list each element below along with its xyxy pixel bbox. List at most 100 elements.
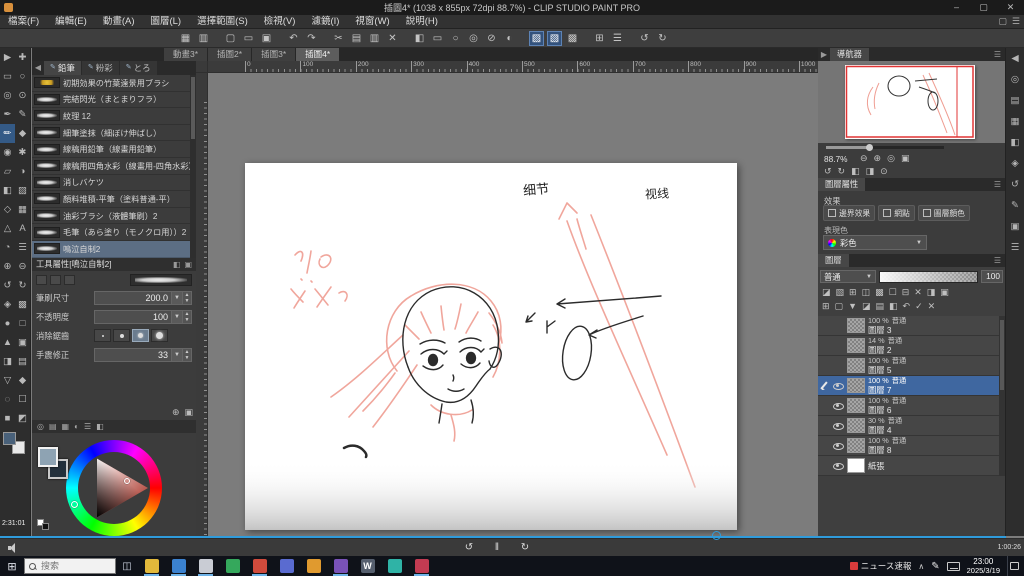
subtool-item[interactable]: 線稿用鉛筆（線畫用鉛筆）	[32, 141, 196, 158]
menu-item[interactable]: 選擇範圍(S)	[189, 15, 256, 29]
layer-tab[interactable]: 圖層	[818, 254, 849, 267]
tool-zoom-in[interactable]: ⊕	[0, 257, 15, 276]
tool-square[interactable]: □	[15, 314, 30, 333]
layer-opacity-slider[interactable]	[879, 271, 978, 283]
minimize-button[interactable]: –	[943, 0, 970, 15]
current-color-swatch[interactable]	[38, 447, 58, 467]
taskbar-clock[interactable]: 23:00 2025/3/19	[967, 557, 1000, 575]
merge-down-icon[interactable]: ◪	[862, 301, 871, 312]
color-history-tab-icon[interactable]: ☰	[84, 422, 91, 431]
workspace-rows-icon[interactable]: ▥	[196, 31, 211, 46]
collapse-dock-icon[interactable]: ◀	[1006, 48, 1024, 69]
start-button[interactable]: ⊞	[0, 560, 24, 573]
timeline-track[interactable]	[0, 536, 1006, 538]
effect-toggle-button[interactable]: 邊界效果	[823, 205, 875, 221]
action-center-button[interactable]	[1007, 556, 1021, 576]
stabilization-value[interactable]: 33	[94, 348, 172, 362]
hue-ring[interactable]	[66, 440, 162, 536]
collapse-right-icon[interactable]: ▶	[818, 48, 830, 61]
blend-mode-dropdown[interactable]: 普通 ▼	[820, 270, 876, 283]
tool-lines[interactable]: ▤	[15, 352, 30, 371]
opacity-field[interactable]: 100 ▼ ▲▼	[94, 310, 192, 324]
tool-eraser[interactable]: ▱	[0, 162, 15, 181]
color-wheel-tab-icon[interactable]: ◎	[37, 422, 44, 431]
new-folder-icon[interactable]: ▢	[835, 301, 844, 312]
zoom-out-icon[interactable]: ⊖	[860, 153, 868, 164]
document-tab[interactable]: 插圖4*	[296, 48, 339, 61]
tool-frame[interactable]: ▦	[15, 200, 30, 219]
stabilization-dropdown-icon[interactable]: ▼	[172, 348, 183, 362]
tool-zoom[interactable]: ⊙	[15, 86, 30, 105]
volume-icon[interactable]	[8, 543, 20, 553]
add-to-preset-icon[interactable]: ⊕	[172, 407, 180, 418]
navigator-menu-icon[interactable]: ☰	[994, 48, 1001, 61]
tool-pencil[interactable]: ✏	[0, 124, 15, 143]
tool-zoom-out[interactable]: ⊖	[15, 257, 30, 276]
enable-mask-icon[interactable]: ◫	[862, 287, 871, 298]
snap-ruler-icon[interactable]: ▨	[529, 31, 544, 46]
paste-icon[interactable]: ▥	[367, 31, 382, 46]
document-tab[interactable]: 動畫3*	[164, 48, 207, 61]
drawing-canvas[interactable]	[245, 163, 737, 530]
layer-property-tab[interactable]: 圖層屬性	[818, 178, 865, 191]
layer-row[interactable]: 100 %普通 圖層 5	[818, 356, 999, 376]
set-ruler-icon[interactable]: ▩	[875, 287, 884, 298]
color-mixer-tab-icon[interactable]: ◐	[74, 422, 79, 431]
property-pin-icon[interactable]: ▣	[184, 258, 192, 271]
layer-row[interactable]: 100 %普通 圖層 7	[818, 376, 999, 396]
rotate-left-icon[interactable]: ↺	[637, 31, 652, 46]
layer-row[interactable]: 100 %普通 圖層 6	[818, 396, 999, 416]
layer-thumbnail[interactable]	[847, 398, 865, 413]
menu-item[interactable]: 動畫(A)	[95, 15, 143, 29]
document-tab[interactable]: 插圖2*	[208, 48, 251, 61]
transfer-down-icon[interactable]: ▼	[848, 301, 857, 312]
tool-eyedropper[interactable]: ✒	[0, 105, 15, 124]
deselect-icon[interactable]: ⊘	[484, 31, 499, 46]
select-lasso-icon[interactable]: ○	[448, 31, 463, 46]
layer-visibility-toggle[interactable]	[832, 380, 844, 392]
open-file-icon[interactable]: ▭	[241, 31, 256, 46]
taskbar-search[interactable]	[24, 558, 116, 574]
media-app-icon[interactable]	[246, 556, 273, 576]
preset-button-1[interactable]	[36, 275, 47, 285]
tray-overflow-icon[interactable]: ∧	[918, 562, 924, 571]
brush-size-spinner[interactable]: ▲▼	[183, 291, 192, 305]
tool-airbrush[interactable]: ◉	[0, 143, 15, 162]
flip-horizontal-icon[interactable]: ◧	[851, 166, 860, 177]
swatch-panel-icon[interactable]: ◧	[1006, 132, 1024, 153]
invert-selection-icon[interactable]: ◐	[502, 31, 517, 46]
tool-half-left[interactable]: ◩	[15, 409, 30, 428]
fill-icon[interactable]: ◧	[412, 31, 427, 46]
task-view-button[interactable]: ◫	[116, 561, 138, 572]
menu-item[interactable]: 編輯(E)	[47, 15, 95, 29]
notes-app-icon[interactable]	[300, 556, 327, 576]
subtool-item[interactable]: 鳴泣自制2	[32, 241, 196, 258]
saturation-value-triangle[interactable]	[66, 440, 162, 536]
default-black-chip[interactable]	[42, 523, 49, 530]
lock-layer-icon[interactable]: ▧	[836, 287, 845, 298]
tool-move[interactable]: ✚	[15, 48, 30, 67]
history-panel-icon[interactable]: ↺	[1006, 174, 1024, 195]
layer-visibility-toggle[interactable]	[832, 360, 844, 372]
tool-circle-sm[interactable]: ◌	[0, 390, 15, 409]
property-menu-icon[interactable]: ◧	[173, 258, 181, 271]
brush-size-dropdown-icon[interactable]: ▼	[172, 291, 183, 305]
layer-row[interactable]: 100 %普通 圖層 3	[818, 316, 999, 336]
main-color-chips[interactable]	[3, 432, 29, 458]
aa-none-button[interactable]	[94, 329, 111, 342]
color-wheel-panel-icon[interactable]: ◎	[1006, 69, 1024, 90]
layer-visibility-toggle[interactable]	[832, 400, 844, 412]
menu-item[interactable]: 檔案(F)	[0, 15, 47, 29]
mask-icon[interactable]: ◧	[889, 301, 898, 312]
game-app-icon[interactable]	[408, 556, 435, 576]
layer-row[interactable]: 紙張	[818, 456, 999, 476]
layer-row[interactable]: 100 %普通 圖層 8	[818, 436, 999, 456]
color-set-tab-icon[interactable]: ▦	[62, 422, 70, 431]
tool-fill[interactable]: ◧	[0, 181, 15, 200]
word-app-icon[interactable]: W	[354, 556, 381, 576]
preset-button-3[interactable]	[64, 275, 75, 285]
tool-ruler[interactable]: △	[0, 219, 15, 238]
color-options-tab-icon[interactable]: ◧	[96, 422, 104, 431]
news-ticker[interactable]: ニュース速報	[850, 560, 912, 572]
tool-box-check[interactable]: ☐	[15, 390, 30, 409]
